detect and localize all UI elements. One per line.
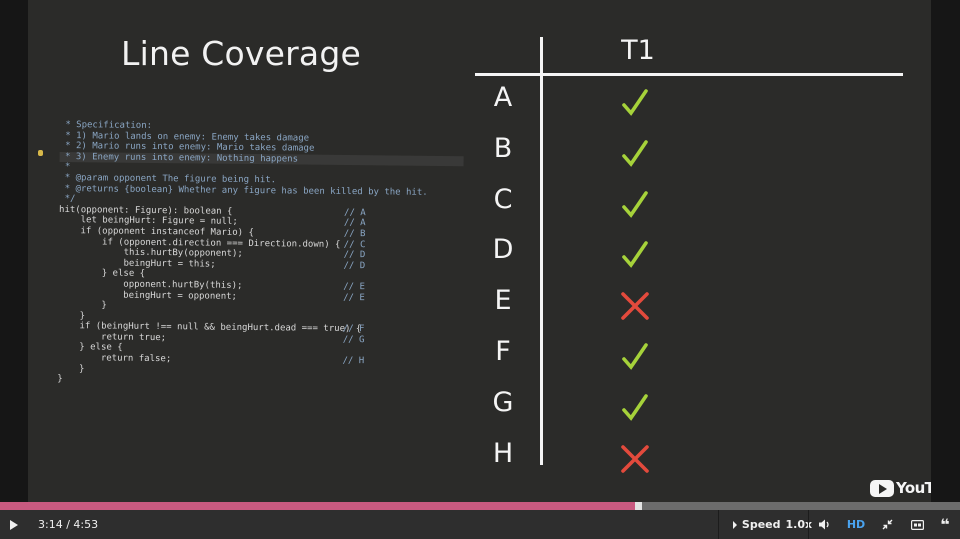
fullscreen-exit-button[interactable]	[874, 510, 900, 539]
captions-button[interactable]	[904, 510, 930, 539]
code-line-text: return false;	[57, 353, 172, 365]
hd-button[interactable]: HD	[843, 510, 869, 539]
youtube-logo[interactable]: YouTube	[870, 478, 931, 498]
table-column-header: T1	[621, 35, 655, 66]
fullscreen-exit-icon	[882, 519, 892, 530]
table-row-label: C	[493, 183, 513, 215]
code-line-text: }	[57, 310, 86, 321]
progress-handle[interactable]	[635, 502, 643, 510]
code-line-text: * Specification:	[59, 120, 153, 131]
table-row-label: H	[492, 437, 514, 469]
checkmark-icon	[622, 89, 648, 116]
control-divider	[718, 510, 719, 539]
code-line-ref: // D	[343, 260, 366, 271]
code-line-ref: // E	[343, 281, 366, 293]
code-line-text: }	[58, 300, 107, 311]
code-listing: * Specification: * 1) Mario lands on ene…	[57, 120, 464, 389]
presentation-slide: Line Coverage * Specification: * 1) Mari…	[28, 0, 931, 502]
code-line-text: }	[57, 374, 63, 385]
code-line-text: */	[59, 194, 76, 205]
table-row-label: B	[493, 132, 513, 164]
time-display-text: 3:14 / 4:53	[38, 518, 99, 531]
slide-title: Line Coverage	[121, 34, 361, 73]
progress-bar[interactable]	[0, 502, 960, 510]
youtube-wordmark: YouTube	[896, 479, 931, 497]
youtube-play-icon	[870, 479, 894, 497]
captions-icon	[910, 519, 924, 530]
code-line-text: *	[59, 162, 71, 173]
code-line-text: }	[57, 363, 85, 374]
code-line-text: } else {	[57, 342, 123, 354]
hd-label: HD	[846, 518, 866, 531]
video-area[interactable]: Line Coverage * Specification: * 1) Mari…	[0, 0, 960, 502]
code-line-ref: // A	[343, 218, 366, 229]
quote-icon: ❝	[940, 515, 950, 534]
progress-bar-played	[0, 502, 639, 510]
checkmark-icon	[622, 139, 648, 167]
code-line-text: return true;	[57, 331, 167, 343]
speed-label: Speed	[741, 518, 781, 531]
code-line-ref: // G	[342, 334, 365, 346]
table-row-label: D	[492, 234, 514, 266]
play-button[interactable]	[0, 510, 28, 539]
quote-button[interactable]: ❝	[932, 510, 958, 539]
cross-icon	[621, 292, 649, 320]
code-line-ref: // D	[343, 250, 366, 261]
code-line-text: } else {	[58, 268, 146, 280]
code-line-ref: // H	[342, 356, 365, 367]
checkmark-icon	[622, 343, 648, 370]
checkmark-icon	[622, 190, 648, 218]
cross-icon	[621, 444, 649, 473]
volume-button[interactable]	[812, 510, 838, 539]
checkmark-icon	[622, 241, 648, 269]
code-line-ref: // A	[343, 207, 366, 218]
lightbulb-icon	[38, 150, 43, 156]
table-label-divider	[540, 37, 543, 465]
table-row-label: E	[494, 285, 512, 317]
player-controls: 3:14 / 4:53 Speed 1.0x HD ❝	[0, 510, 960, 539]
play-icon	[10, 519, 18, 530]
checkmark-icon	[622, 393, 648, 421]
table-row-label: F	[495, 336, 511, 367]
control-divider	[808, 510, 809, 539]
table-row-label: G	[492, 386, 514, 418]
code-line-ref: // C	[343, 239, 366, 250]
code-line-ref: // B	[343, 228, 366, 240]
speed-button[interactable]: Speed 1.0x	[722, 510, 822, 539]
table-row-label: A	[493, 82, 513, 113]
code-line-ref: // E	[343, 292, 365, 303]
volume-icon	[819, 519, 829, 530]
time-display: 3:14 / 4:53	[38, 510, 98, 539]
speed-arrow-icon	[732, 520, 737, 529]
code-line-ref: // F	[342, 324, 365, 335]
